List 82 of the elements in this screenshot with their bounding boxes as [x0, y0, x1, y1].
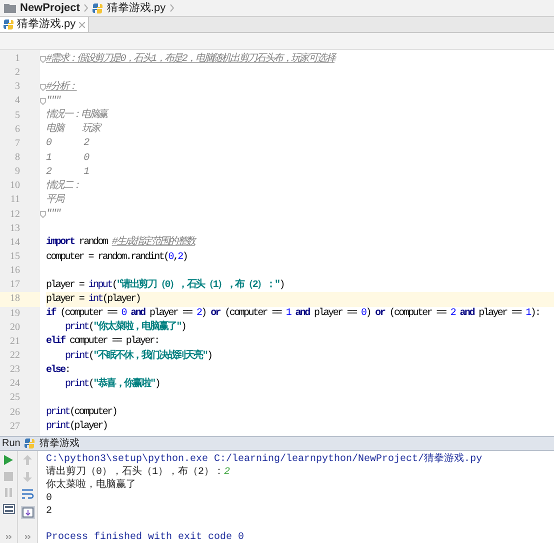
- breadcrumb-item[interactable]: 猜拳游戏.py: [106, 0, 166, 16]
- down-arrow-icon[interactable]: [23, 472, 32, 482]
- console-line: 2: [46, 505, 54, 518]
- soft-wrap-icon[interactable]: [22, 489, 34, 499]
- python-file-icon: [24, 438, 36, 449]
- up-arrow-icon[interactable]: [23, 455, 32, 465]
- code-line: """: [46, 208, 60, 222]
- double-chevron-icon[interactable]: [6, 535, 12, 539]
- fold-icon[interactable]: [40, 98, 46, 105]
- line-number: 10: [9, 179, 21, 194]
- fold-icon[interactable]: [40, 211, 46, 218]
- code-line: if (computer == 0 and player == 2) or (computer == 1 and player == 0) or (computer == 2 and player == 1):: [46, 306, 540, 320]
- code-line: 2 1: [46, 166, 88, 180]
- code-line: elif computer == player:: [46, 334, 159, 350]
- chevron-icon: [84, 4, 88, 12]
- code-line: #需求：假设剪刀是0，石头1，布是2，电脑随机出剪刀石头布，玩家可选择: [46, 52, 335, 67]
- code-line: print(computer): [46, 406, 117, 420]
- line-number: 3: [14, 80, 21, 94]
- line-number: 25: [9, 391, 21, 406]
- code-line: 1 0: [46, 152, 88, 166]
- line-number: 27: [9, 420, 21, 434]
- typed-value: 2: [224, 466, 230, 479]
- code-line: print("不眠不休，我们决战到天亮"): [65, 348, 212, 364]
- line-number: 11: [9, 193, 21, 208]
- line-number: 1: [14, 52, 21, 66]
- double-chevron-icon[interactable]: [24, 535, 30, 539]
- code-line: 电脑 玩家: [46, 122, 100, 138]
- code-line: 0 2: [46, 137, 88, 152]
- line-number: 15: [9, 250, 21, 264]
- line-number: 13: [9, 222, 21, 236]
- code-line: print("恭喜，你赢啦"): [65, 376, 160, 392]
- line-number: 5: [14, 108, 21, 123]
- editor-tab[interactable]: 猜拳游戏.py: [0, 17, 89, 32]
- code-line: print("你太菜啦，电脑赢了"): [65, 320, 186, 336]
- line-number: 17: [9, 278, 21, 292]
- line-number: 19: [9, 306, 21, 321]
- line-number: 8: [14, 150, 21, 165]
- line-number: 2: [14, 66, 21, 80]
- line-number: 23: [9, 363, 21, 378]
- code-line: computer = random.randint(0,2): [46, 250, 188, 265]
- code-line: """: [46, 94, 60, 108]
- breadcrumb-item[interactable]: NewProject: [20, 0, 80, 16]
- line-number: 12: [9, 208, 21, 222]
- code-line: 情况一：电脑赢: [46, 108, 107, 122]
- code-line: player = input("请出剪刀（0），石头（1），布（2）："): [46, 278, 284, 293]
- code-line: else:: [46, 364, 70, 378]
- panel-title: Run: [2, 437, 20, 451]
- layout-icon[interactable]: [2, 504, 14, 514]
- fold-icon[interactable]: [40, 84, 46, 91]
- console-line: 你太菜啦，电脑赢了: [46, 479, 137, 492]
- line-number: 21: [9, 334, 21, 349]
- close-icon[interactable]: [78, 22, 85, 28]
- python-file-icon: [92, 2, 103, 14]
- folder-icon: [4, 3, 16, 13]
- line-number: 7: [14, 136, 21, 151]
- console-line: Process finished with exit code 0: [46, 531, 246, 543]
- code-line: 平局: [46, 193, 64, 208]
- console-line: 请出剪刀（0），石头（1），布（2）：: [46, 466, 224, 478]
- tab-label: 猜拳游戏.py: [17, 17, 76, 32]
- python-file-icon: [3, 19, 14, 30]
- line-number: 16: [9, 264, 21, 278]
- line-number: 24: [9, 377, 21, 392]
- line-number: 18: [0, 292, 40, 307]
- console-line: C:\python3\setup\python.exe C:/learning/learnpython/NewProject/猜拳游戏.py: [46, 453, 484, 466]
- code-line: print(player): [46, 420, 108, 434]
- line-number: 6: [14, 122, 21, 137]
- code-line: 情况二：: [46, 178, 81, 194]
- code-line: player = int(player): [46, 292, 140, 307]
- run-icon[interactable]: [4, 455, 13, 465]
- scroll-to-end-icon[interactable]: [20, 506, 34, 519]
- stop-icon[interactable]: [4, 472, 13, 481]
- line-number: 20: [9, 320, 21, 335]
- line-number: 14: [9, 236, 21, 250]
- line-number: 9: [14, 165, 21, 180]
- fold-icon[interactable]: [40, 56, 46, 63]
- run-config-label[interactable]: 猜拳游戏: [39, 436, 80, 451]
- pause-icon[interactable]: [4, 488, 13, 497]
- line-number: 26: [9, 406, 21, 420]
- chevron-icon: [170, 4, 174, 12]
- console-line: 0: [46, 492, 54, 505]
- line-number: 4: [14, 94, 21, 108]
- line-number: 22: [9, 348, 21, 363]
